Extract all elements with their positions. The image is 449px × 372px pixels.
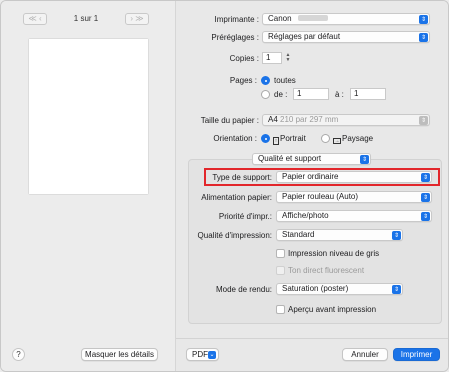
chevron-updown-icon: ⇕ [392, 231, 401, 240]
portrait-label: Portrait [280, 134, 306, 143]
print-label: Imprimer [400, 350, 433, 359]
cancel-label: Annuler [351, 350, 379, 359]
preview-pane: ≪ ‹ 1 sur 1 › ≫ ? Masquer les détails [1, 1, 175, 371]
first-prev-icon: ≪ ‹ [28, 14, 42, 23]
chevron-updown-icon: ⇕ [421, 212, 430, 221]
printer-model-redacted [297, 15, 328, 21]
landscape-label: Paysage [342, 134, 374, 143]
copies-label: Copies : [229, 54, 259, 63]
fluorescent-label: Ton direct fluorescent [288, 266, 365, 275]
portrait-icon: ↑ [273, 137, 279, 145]
pages-range-radio[interactable] [261, 90, 270, 99]
pdf-menu-button[interactable]: PDF ⌄ [186, 348, 219, 361]
presets-value: Réglages par défaut [268, 32, 341, 41]
chevron-updown-icon: ⇕ [392, 285, 401, 294]
paper-size-value: A4 [268, 115, 278, 124]
print-priority-value: Affiche/photo [282, 211, 329, 220]
page-preview [29, 39, 148, 194]
orientation-landscape-option: → Paysage [333, 134, 373, 144]
chevron-updown-icon: ⇕ [419, 33, 428, 42]
render-mode-label: Mode de rendu: [215, 285, 272, 294]
orientation-label: Orientation : [213, 134, 257, 143]
print-dialog: ≪ ‹ 1 sur 1 › ≫ ? Masquer les détails Im… [0, 0, 449, 372]
orientation-landscape-radio[interactable] [321, 134, 330, 143]
chevron-updown-icon: ⇕ [360, 155, 369, 164]
print-preview-label: Aperçu avant impression [288, 305, 377, 314]
pages-to-input[interactable]: 1 [350, 88, 386, 100]
help-button[interactable]: ? [12, 348, 25, 361]
print-preview-checkbox[interactable] [276, 305, 285, 314]
print-quality-value: Standard [282, 230, 315, 239]
pages-label: Pages : [229, 76, 257, 85]
landscape-icon: → [333, 138, 341, 144]
media-type-label: Type de support: [212, 173, 272, 182]
pages-all-label: toutes [274, 76, 296, 85]
paper-source-label: Alimentation papier: [201, 193, 272, 202]
presets-label: Préréglages : [211, 33, 259, 42]
paper-size-label: Taille du papier : [200, 116, 259, 125]
pages-to-label: à : [335, 90, 344, 99]
hide-details-button[interactable]: Masquer les détails [81, 348, 158, 361]
stepper-down-icon: ▼ [285, 57, 291, 63]
paper-source-select[interactable]: Papier rouleau (Auto) ⇕ [276, 191, 432, 203]
fluorescent-checkbox[interactable] [276, 266, 285, 275]
pages-from-input[interactable]: 1 [293, 88, 329, 100]
media-type-select[interactable]: Papier ordinaire ⇕ [276, 171, 432, 183]
printer-value: Canon [268, 14, 292, 23]
print-button[interactable]: Imprimer [393, 348, 440, 361]
section-select[interactable]: Qualité et support ⇕ [252, 153, 371, 165]
orientation-portrait-radio[interactable] [261, 134, 270, 143]
copies-stepper[interactable]: ▲ ▼ [284, 52, 292, 64]
media-type-value: Papier ordinaire [282, 172, 339, 181]
prev-page-button[interactable]: ≪ ‹ [23, 13, 47, 25]
next-last-icon: › ≫ [130, 14, 144, 23]
pages-from-label: de : [274, 90, 288, 99]
next-page-button[interactable]: › ≫ [125, 13, 149, 25]
orientation-portrait-option: ↑ Portrait [273, 134, 306, 145]
paper-size-select[interactable]: A4 210 par 297 mm ⇕ [262, 114, 430, 126]
printer-label: Imprimante : [214, 15, 259, 24]
chevron-updown-icon: ⇕ [421, 193, 430, 202]
print-priority-label: Priorité d'impr.: [218, 212, 272, 221]
paper-size-detail: 210 par 297 mm [280, 115, 339, 124]
pdf-label: PDF [192, 350, 208, 359]
presets-select[interactable]: Réglages par défaut ⇕ [262, 31, 430, 43]
render-mode-value: Saturation (poster) [282, 284, 349, 293]
chevron-updown-icon: ⇕ [419, 15, 428, 24]
footer-divider [176, 338, 448, 339]
print-quality-select[interactable]: Standard ⇕ [276, 229, 403, 241]
hide-details-label: Masquer les détails [85, 350, 154, 359]
chevron-updown-icon: ⇕ [421, 173, 430, 182]
page-counter: 1 sur 1 [73, 14, 99, 23]
grayscale-label: Impression niveau de gris [288, 249, 380, 258]
grayscale-checkbox[interactable] [276, 249, 285, 258]
print-quality-label: Qualité d'impression: [197, 231, 272, 240]
chevron-down-icon: ⌄ [208, 350, 216, 359]
cancel-button[interactable]: Annuler [342, 348, 388, 361]
chevron-updown-icon: ⇕ [419, 116, 428, 125]
copies-input[interactable]: 1 [262, 52, 282, 64]
pages-all-radio[interactable] [261, 76, 270, 85]
paper-source-value: Papier rouleau (Auto) [282, 192, 359, 201]
print-priority-select[interactable]: Affiche/photo ⇕ [276, 210, 432, 222]
help-icon: ? [16, 350, 21, 359]
printer-select[interactable]: Canon ⇕ [262, 13, 430, 25]
render-mode-select[interactable]: Saturation (poster) ⇕ [276, 283, 403, 295]
section-value: Qualité et support [258, 154, 322, 163]
